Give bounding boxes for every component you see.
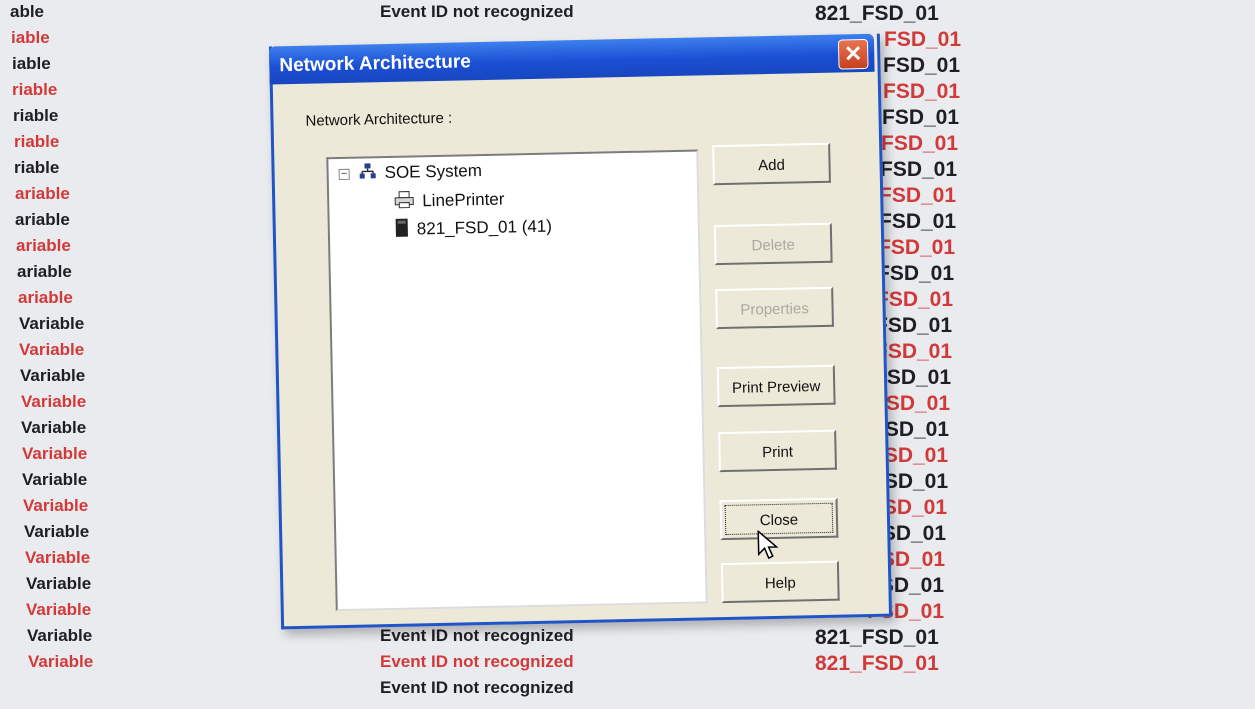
log-variable-cell: riable xyxy=(13,106,59,125)
log-variable-cell: Variable xyxy=(21,418,87,437)
log-source-cell: FSD_01 xyxy=(879,210,957,233)
log-variable-cell: Variable xyxy=(28,652,94,671)
network-icon xyxy=(358,162,376,185)
log-variable-cell: Variable xyxy=(26,600,92,619)
delete-button[interactable]: Delete xyxy=(713,222,833,266)
tree-node-soe-system[interactable]: SOE System xyxy=(358,160,482,186)
log-event-cell: Event ID not recognized xyxy=(380,652,574,671)
dialog-title: Network Architecture xyxy=(279,51,472,77)
log-row: able Event ID not recognized 821_FSD_01 xyxy=(0,2,1255,28)
log-source-cell: FSD_01 xyxy=(877,262,955,285)
log-variable-cell: Variable xyxy=(21,392,87,411)
close-icon[interactable]: ✕ xyxy=(837,38,869,70)
tree-node-label: SOE System xyxy=(384,161,483,183)
log-variable-cell: ariable xyxy=(17,262,72,281)
log-source-cell: FSD_01 xyxy=(875,314,953,337)
log-variable-cell: iable xyxy=(11,28,50,47)
log-source-cell: 821_FSD_01 xyxy=(815,626,939,649)
log-source-cell: FSD_01 xyxy=(880,158,958,181)
log-variable-cell: Variable xyxy=(23,496,89,515)
log-variable-cell: ariable xyxy=(16,236,71,255)
log-source-cell: 821_FSD_01 xyxy=(815,2,939,25)
log-variable-cell: Variable xyxy=(27,626,93,645)
tree-node-label: LinePrinter xyxy=(422,189,505,211)
log-variable-cell: Variable xyxy=(22,470,88,489)
tree-node-821-fsd-01[interactable]: 821_FSD_01 (41) xyxy=(395,215,553,243)
log-variable-cell: Variable xyxy=(19,314,85,333)
log-variable-cell: able xyxy=(10,2,45,21)
log-variable-cell: riable xyxy=(12,80,58,99)
group-label: Network Architecture : xyxy=(305,109,453,130)
log-variable-cell: Variable xyxy=(19,340,85,359)
properties-button[interactable]: Properties xyxy=(715,286,834,330)
log-source-cell: FSD_01 xyxy=(879,184,957,207)
log-event-cell: Event ID not recognized xyxy=(380,626,574,645)
log-event-cell: Event ID not recognized xyxy=(380,678,574,697)
log-source-cell: FSD_01 xyxy=(883,80,961,103)
log-variable-cell: Variable xyxy=(26,574,92,593)
log-event-cell: Event ID not recognized xyxy=(380,2,574,21)
log-source-cell: FSD_01 xyxy=(878,236,956,259)
log-variable-cell: riable xyxy=(14,158,60,177)
log-variable-cell: Variable xyxy=(22,444,88,463)
collapse-icon[interactable]: − xyxy=(338,168,350,181)
printer-icon xyxy=(394,190,414,213)
log-source-cell: FSD_01 xyxy=(876,288,954,311)
log-variable-cell: ariable xyxy=(15,210,70,229)
log-source-cell: FSD_01 xyxy=(881,132,959,155)
log-row: Event ID not recognized xyxy=(0,678,1255,704)
log-variable-cell: iable xyxy=(12,54,51,73)
log-variable-cell: Variable xyxy=(20,366,86,385)
help-button[interactable]: Help xyxy=(720,560,840,604)
log-source-cell: 821_FSD_01 xyxy=(815,652,939,675)
log-source-cell: FSD_01 xyxy=(884,28,962,51)
network-architecture-dialog: Network Architecture ✕ Network Architect… xyxy=(268,33,893,630)
log-row: Variable Event ID not recognized 821_FSD_0… xyxy=(0,626,1255,652)
print-preview-button[interactable]: Print Preview xyxy=(716,364,836,408)
log-variable-cell: Variable xyxy=(24,522,90,541)
log-variable-cell: ariable xyxy=(15,184,70,203)
log-row: Variable Event ID not recognized 821_FSD_0… xyxy=(0,652,1255,678)
log-variable-cell: ariable xyxy=(18,288,73,307)
print-button[interactable]: Print xyxy=(718,429,837,473)
log-source-cell: FSD_01 xyxy=(882,106,960,129)
tree-node-lineprinter[interactable]: LinePrinter xyxy=(394,189,505,214)
device-icon xyxy=(395,218,410,243)
add-button[interactable]: Add xyxy=(712,142,831,186)
log-variable-cell: Variable xyxy=(25,548,91,567)
log-source-cell: FSD_01 xyxy=(883,54,961,77)
network-tree[interactable]: − SOE System LinePrinter 821_FSD_01 (41) xyxy=(326,149,708,612)
log-variable-cell: riable xyxy=(14,132,60,151)
tree-node-label: 821_FSD_01 (41) xyxy=(416,216,553,239)
